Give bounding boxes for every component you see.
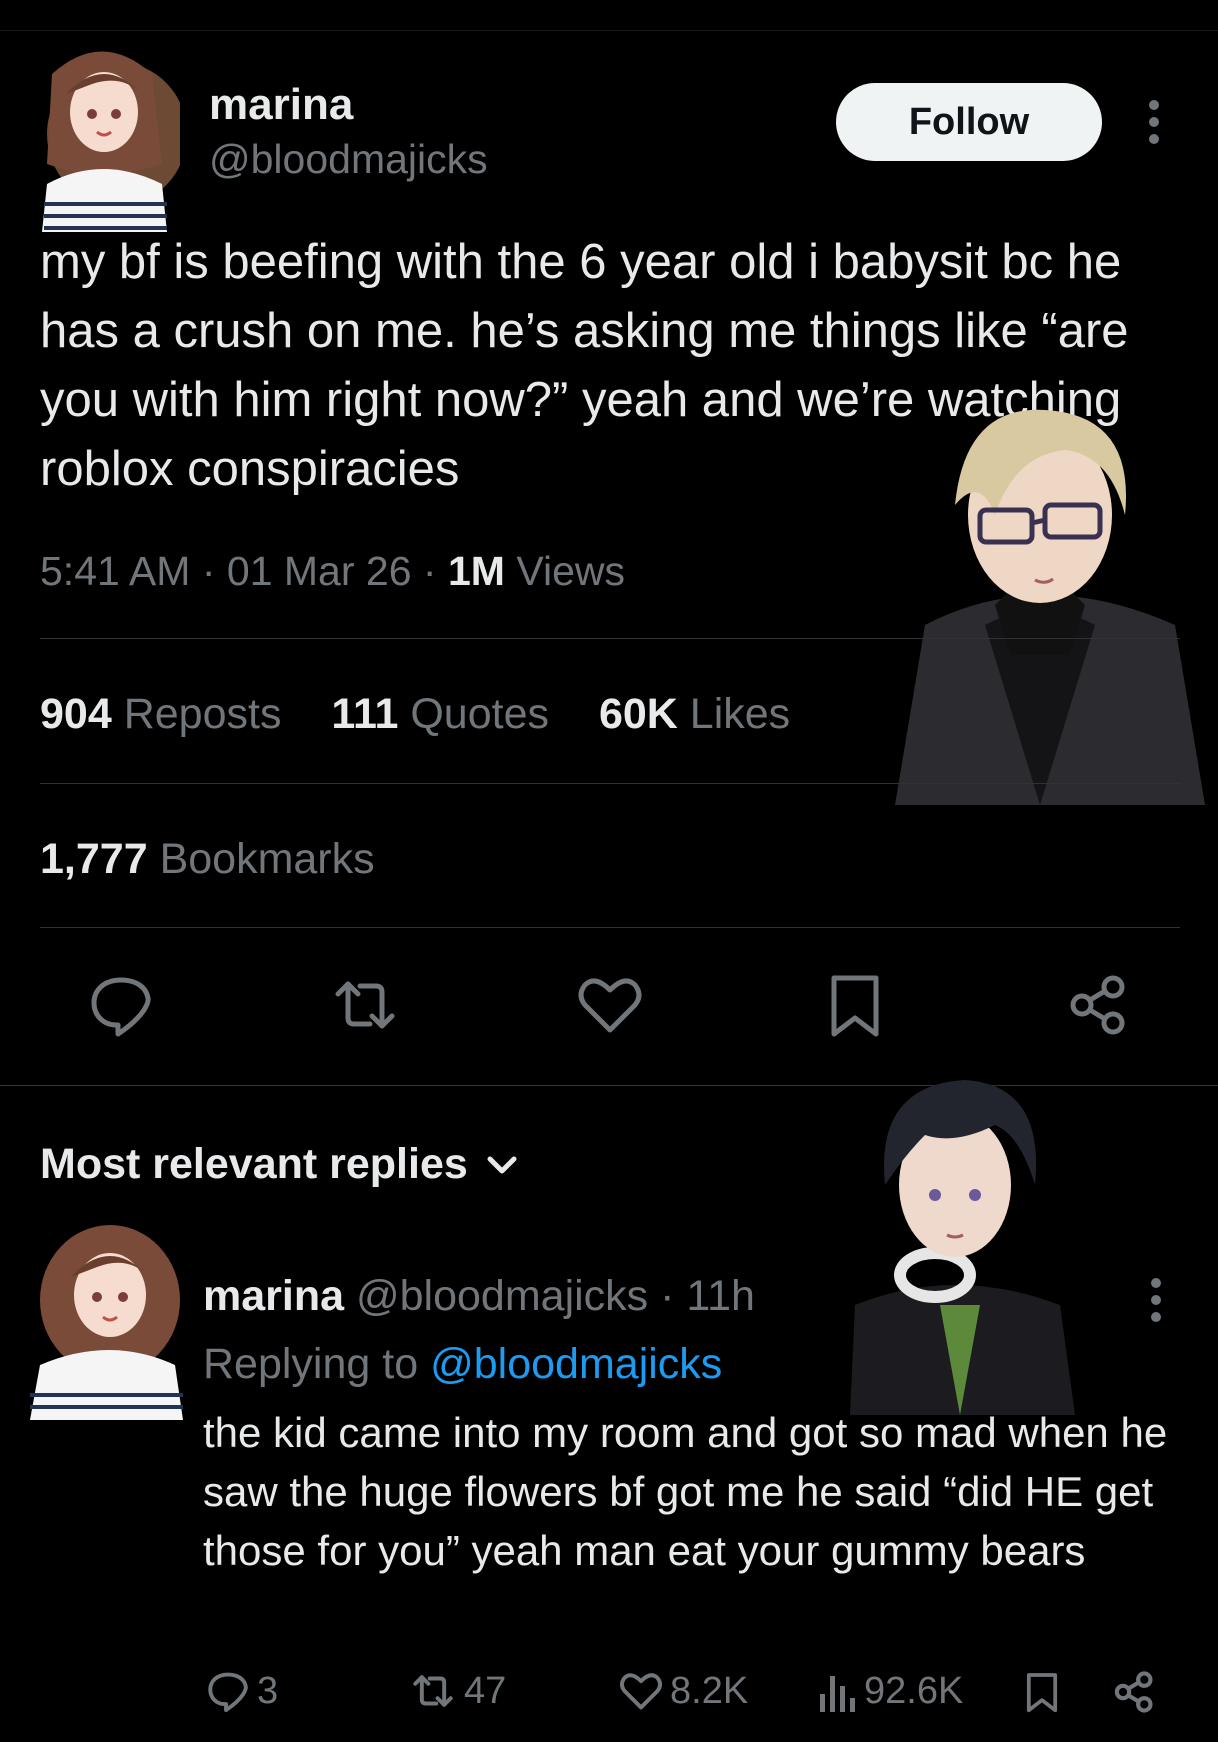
meta-separator: · bbox=[422, 548, 437, 594]
replying-to: Replying to @bloodmajicks bbox=[203, 1340, 722, 1389]
character-sticker-dark-hair bbox=[835, 1075, 1085, 1415]
repost-icon[interactable] bbox=[330, 970, 400, 1040]
tweet-meta: 5:41 AM · 01 Mar 26 · 1M Views bbox=[40, 548, 625, 595]
bookmark-icon[interactable] bbox=[820, 970, 890, 1040]
more-options-icon[interactable] bbox=[1144, 1276, 1168, 1324]
tweet-date: 01 Mar 26 bbox=[226, 548, 412, 594]
reposts-stat[interactable]: 904 Reposts bbox=[40, 690, 281, 738]
like-icon[interactable] bbox=[575, 970, 645, 1040]
chevron-down-icon bbox=[484, 1153, 520, 1177]
tweet-time: 5:41 AM bbox=[40, 548, 191, 594]
like-count: 8.2K bbox=[670, 1669, 749, 1712]
author-avatar[interactable] bbox=[22, 34, 180, 232]
meta-separator: · bbox=[201, 548, 216, 594]
quotes-stat[interactable]: 111 Quotes bbox=[331, 690, 549, 738]
share-icon[interactable] bbox=[1110, 1668, 1158, 1716]
top-divider bbox=[0, 30, 1218, 31]
reply-icon bbox=[205, 1668, 251, 1714]
share-icon[interactable] bbox=[1063, 970, 1133, 1040]
reply-reply-button[interactable]: 3 bbox=[205, 1668, 278, 1714]
view-count: 92.6K bbox=[864, 1669, 964, 1712]
author-name[interactable]: marina bbox=[209, 80, 353, 130]
meta-separator: · bbox=[660, 1272, 675, 1320]
divider bbox=[40, 638, 1180, 639]
more-options-icon[interactable] bbox=[1142, 98, 1166, 146]
reply-text: the kid came into my room and got so mad… bbox=[203, 1409, 1168, 1574]
like-icon bbox=[618, 1668, 664, 1714]
engagement-stats: 904 Reposts 111 Quotes 60K Likes bbox=[40, 690, 828, 739]
reply-views-button[interactable]: 92.6K bbox=[818, 1668, 963, 1714]
views-icon bbox=[818, 1668, 858, 1714]
reply-author-avatar[interactable] bbox=[25, 1215, 183, 1420]
bookmark-icon[interactable] bbox=[1020, 1668, 1064, 1716]
likes-stat[interactable]: 60K Likes bbox=[599, 690, 790, 738]
author-handle[interactable]: @bloodmajicks bbox=[209, 136, 488, 183]
reply-like-button[interactable]: 8.2K bbox=[618, 1668, 748, 1714]
reply-count: 3 bbox=[257, 1669, 279, 1712]
reply-icon[interactable] bbox=[86, 970, 156, 1040]
bookmarks-stat[interactable]: 1,777 Bookmarks bbox=[40, 835, 375, 884]
repost-icon bbox=[408, 1668, 458, 1714]
repost-count: 47 bbox=[464, 1669, 507, 1712]
replying-prefix: Replying to bbox=[203, 1340, 419, 1388]
replies-header: Most relevant replies bbox=[40, 1140, 468, 1188]
follow-button[interactable]: Follow bbox=[836, 83, 1102, 161]
views-label: Views bbox=[516, 548, 625, 594]
reply-author-handle[interactable]: @bloodmajicks bbox=[356, 1272, 648, 1320]
reply-repost-button[interactable]: 47 bbox=[408, 1668, 506, 1714]
divider bbox=[40, 783, 1180, 784]
replying-handle-link[interactable]: @bloodmajicks bbox=[430, 1340, 722, 1388]
character-sticker-blond bbox=[875, 395, 1205, 805]
replies-sort-dropdown[interactable]: Most relevant replies bbox=[40, 1140, 520, 1189]
reply-author-name[interactable]: marina bbox=[203, 1272, 344, 1320]
reply-header: marina @bloodmajicks · 11h bbox=[203, 1272, 755, 1321]
views-count[interactable]: 1M bbox=[448, 548, 505, 594]
reply-time[interactable]: 11h bbox=[686, 1272, 755, 1320]
divider bbox=[40, 927, 1180, 928]
